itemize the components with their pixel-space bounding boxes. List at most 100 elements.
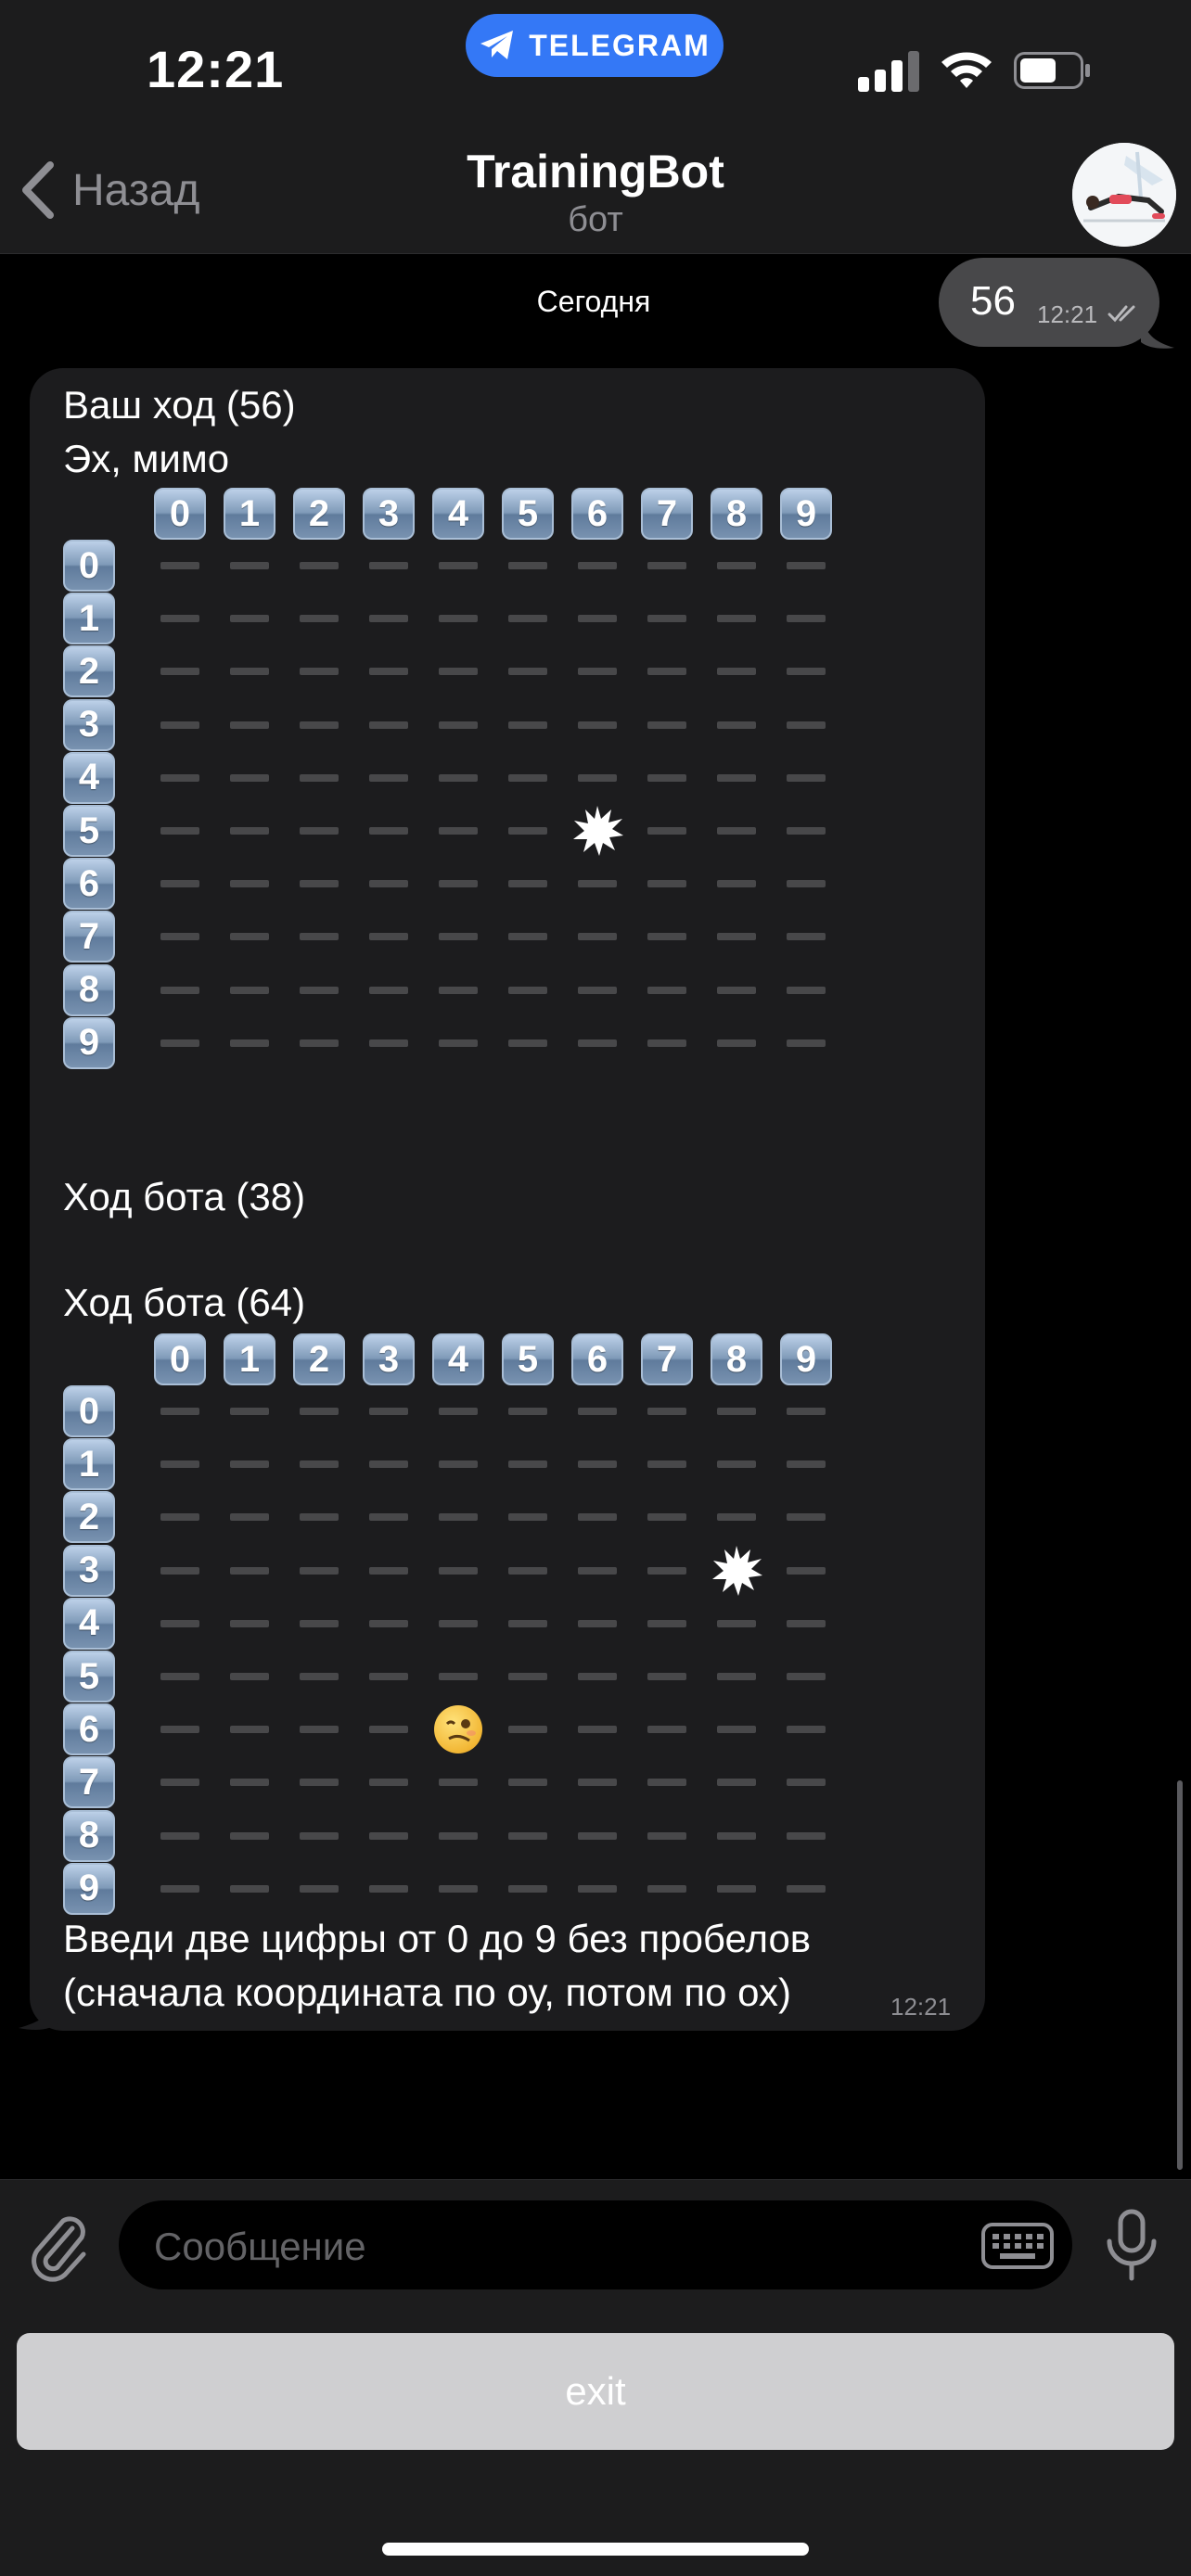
empty-cell: [578, 1673, 617, 1680]
outgoing-message[interactable]: 56 12:21: [939, 258, 1159, 347]
col-label-key: 0: [154, 488, 206, 540]
col-label-key: 2: [293, 1333, 345, 1385]
empty-cell: [160, 1726, 199, 1734]
empty-cell: [578, 1566, 617, 1575]
row-label-key: 5: [63, 1651, 115, 1702]
col-label-key: 6: [571, 1333, 623, 1385]
empty-cell: [160, 1779, 199, 1787]
col-label-key: 4: [432, 1333, 484, 1385]
empty-cell: [578, 1619, 617, 1627]
empty-cell: [369, 1884, 408, 1893]
empty-cell: [439, 773, 478, 782]
empty-cell: [230, 880, 269, 888]
outgoing-message-time: 12:21: [1037, 300, 1098, 328]
exit-button[interactable]: exit: [17, 2333, 1174, 2450]
row-label-key: 9: [63, 1016, 115, 1069]
empty-cell: [578, 1779, 617, 1787]
empty-cell: [578, 1726, 617, 1734]
empty-cell: [300, 1673, 339, 1680]
empty-cell: [160, 1884, 199, 1893]
empty-cell: [578, 1884, 617, 1893]
message-line: Ваш ход (56): [63, 383, 296, 427]
empty-cell: [160, 562, 199, 569]
empty-cell: [508, 1884, 547, 1893]
empty-cell: [300, 1779, 339, 1787]
empty-cell: [300, 1460, 339, 1469]
empty-cell: [508, 880, 547, 888]
empty-cell: [300, 562, 339, 569]
empty-cell: [508, 986, 547, 994]
empty-cell: [578, 880, 617, 888]
row-label-key: 3: [63, 1544, 115, 1597]
row-label-key: 7: [63, 911, 115, 963]
col-label-key: 7: [641, 488, 693, 540]
row-label-key: 5: [63, 805, 115, 857]
col-label-key: 9: [780, 488, 832, 540]
telegram-plane-icon: [480, 31, 514, 59]
empty-cell: [230, 615, 269, 623]
row-label-key: 1: [63, 1438, 115, 1491]
empty-cell: [508, 773, 547, 782]
row-label-key: 9: [63, 1862, 115, 1915]
empty-cell: [369, 1408, 408, 1415]
empty-cell: [578, 615, 617, 623]
empty-cell: [439, 562, 478, 569]
empty-cell: [300, 933, 339, 941]
empty-cell: [647, 1513, 686, 1522]
telegram-pill[interactable]: TELEGRAM: [466, 14, 724, 77]
message-input[interactable]: Сообщение: [119, 2200, 1072, 2289]
empty-cell: [160, 1513, 199, 1522]
battery-icon: [1014, 52, 1090, 89]
empty-cell: [508, 1460, 547, 1469]
empty-cell: [508, 1566, 547, 1575]
row-label-key: 0: [63, 1385, 115, 1437]
date-separator: Сегодня: [536, 285, 651, 318]
scrollbar[interactable]: [1177, 1780, 1183, 2170]
empty-cell: [508, 1726, 547, 1734]
empty-cell: [300, 1408, 339, 1415]
chat-title[interactable]: TrainingBot: [0, 145, 1191, 198]
paperclip-icon[interactable]: [26, 2208, 91, 2282]
empty-cell: [508, 827, 547, 835]
home-indicator[interactable]: [382, 2543, 809, 2556]
empty-cell: [369, 773, 408, 782]
empty-cell: [160, 1408, 199, 1415]
message-line: Эх, мимо: [63, 437, 230, 480]
col-label-key: 8: [711, 1333, 762, 1385]
empty-cell: [647, 986, 686, 994]
outgoing-bubble-tail: [1141, 314, 1174, 349]
empty-cell: [230, 827, 269, 835]
microphone-icon[interactable]: [1104, 2208, 1159, 2282]
empty-cell: [508, 562, 547, 569]
col-label-key: 5: [502, 1333, 554, 1385]
empty-cell: [508, 721, 547, 729]
empty-cell: [647, 1673, 686, 1680]
empty-cell: [647, 1779, 686, 1787]
empty-cell: [300, 986, 339, 994]
empty-cell: [230, 1039, 269, 1047]
empty-cell: [230, 933, 269, 941]
empty-cell: [230, 1673, 269, 1680]
empty-cell: [160, 721, 199, 729]
empty-cell: [717, 1619, 756, 1627]
cellular-signal-icon: [858, 51, 919, 92]
row-label-key: 2: [63, 645, 115, 698]
empty-cell: [439, 1884, 478, 1893]
empty-cell: [508, 1779, 547, 1787]
empty-cell: [230, 1513, 269, 1522]
empty-cell: [647, 615, 686, 623]
empty-cell: [508, 1673, 547, 1680]
keyboard-icon[interactable]: [981, 2223, 1054, 2269]
empty-cell: [160, 1619, 199, 1627]
message-list[interactable]: Сегодня 56 12:21 Ваш ход (56) Эх, мимо 0…: [0, 255, 1191, 2179]
col-label-key: 8: [711, 488, 762, 540]
empty-cell: [369, 1460, 408, 1469]
message-line: (сначала координата по оу, потом по ох): [63, 1970, 792, 2014]
empty-cell: [787, 773, 826, 782]
empty-cell: [717, 1726, 756, 1734]
empty-cell: [369, 880, 408, 888]
col-label-key: 6: [571, 488, 623, 540]
message-line: Ход бота (64): [63, 1281, 306, 1324]
row-label-key: 8: [63, 963, 115, 1016]
bot-avatar[interactable]: [1072, 143, 1176, 247]
